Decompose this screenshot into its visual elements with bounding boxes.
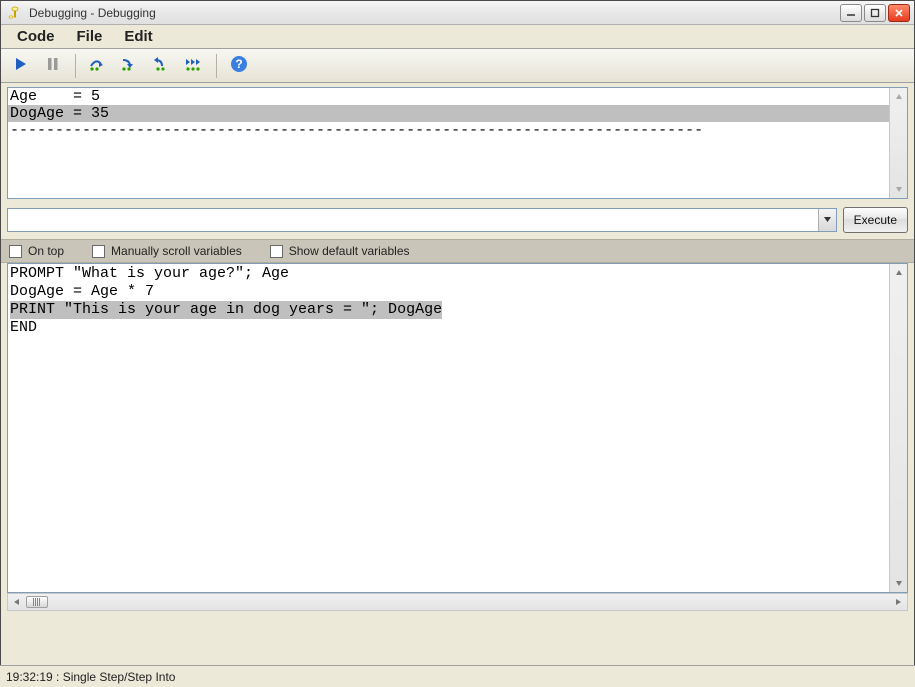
variable-row: DogAge = 35 [8,105,889,122]
code-line: END [10,319,37,336]
window-controls [840,4,910,22]
scroll-down-icon[interactable] [892,182,906,196]
toolbar: ? [1,49,914,83]
on-top-label: On top [28,244,64,258]
code-panel: PROMPT "What is your age?"; Age DogAge =… [7,263,908,593]
variable-row: Age = 5 [8,88,889,105]
chevron-down-icon [823,213,832,227]
on-top-checkbox[interactable]: On top [9,244,64,258]
title-bar: Debugging - Debugging [1,1,914,25]
help-button[interactable]: ? [225,53,253,79]
manual-scroll-label: Manually scroll variables [111,244,242,258]
options-bar: On top Manually scroll variables Show de… [1,239,914,263]
app-icon [7,5,23,21]
close-button[interactable] [888,4,910,22]
scroll-down-icon[interactable] [892,576,906,590]
show-defaults-label: Show default variables [289,244,410,258]
run-to-icon [184,56,204,75]
scroll-up-icon[interactable] [892,90,906,104]
scrollbar-thumb[interactable] [26,596,48,608]
step-into-icon [120,56,140,75]
status-bar: 19:32:19 : Single Step/Step Into [0,665,915,687]
menu-code[interactable]: Code [7,26,65,47]
step-over-button[interactable] [84,53,112,79]
help-icon: ? [230,55,248,76]
show-defaults-checkbox[interactable]: Show default variables [270,244,410,258]
svg-text:?: ? [235,57,242,71]
toolbar-separator [216,54,217,78]
variable-separator: ----------------------------------------… [8,122,889,139]
command-row: Execute [7,207,908,233]
manual-scroll-checkbox[interactable]: Manually scroll variables [92,244,242,258]
command-combo[interactable] [7,208,837,232]
vertical-scrollbar[interactable] [889,88,907,198]
scroll-up-icon[interactable] [892,266,906,280]
command-input[interactable] [8,209,818,231]
run-to-cursor-button[interactable] [180,53,208,79]
pause-icon [45,56,61,75]
code-view[interactable]: PROMPT "What is your age?"; Age DogAge =… [8,264,889,592]
variables-list: Age = 5 DogAge = 35 --------------------… [8,88,889,198]
toolbar-separator [75,54,76,78]
vertical-scrollbar[interactable] [889,264,907,592]
run-icon [13,56,29,75]
scroll-left-icon[interactable] [10,595,24,609]
pause-button[interactable] [39,53,67,79]
menu-bar: Code File Edit [1,25,914,49]
menu-edit[interactable]: Edit [114,26,162,47]
menu-file[interactable]: File [67,26,113,47]
scroll-right-icon[interactable] [891,595,905,609]
step-out-button[interactable] [148,53,176,79]
checkbox-icon [92,245,105,258]
run-button[interactable] [7,53,35,79]
command-dropdown-button[interactable] [818,209,836,231]
code-line-current: PRINT "This is your age in dog years = "… [10,301,442,319]
status-text: 19:32:19 : Single Step/Step Into [6,670,175,684]
execute-button[interactable]: Execute [843,207,908,233]
code-line: DogAge = Age * 7 [10,283,154,300]
window-title: Debugging - Debugging [29,6,156,20]
maximize-button[interactable] [864,4,886,22]
step-into-button[interactable] [116,53,144,79]
checkbox-icon [270,245,283,258]
checkbox-icon [9,245,22,258]
horizontal-scrollbar[interactable] [7,593,908,611]
variables-panel: Age = 5 DogAge = 35 --------------------… [7,87,908,199]
step-out-icon [152,56,172,75]
step-over-icon [88,56,108,75]
minimize-button[interactable] [840,4,862,22]
code-line: PROMPT "What is your age?"; Age [10,265,887,283]
